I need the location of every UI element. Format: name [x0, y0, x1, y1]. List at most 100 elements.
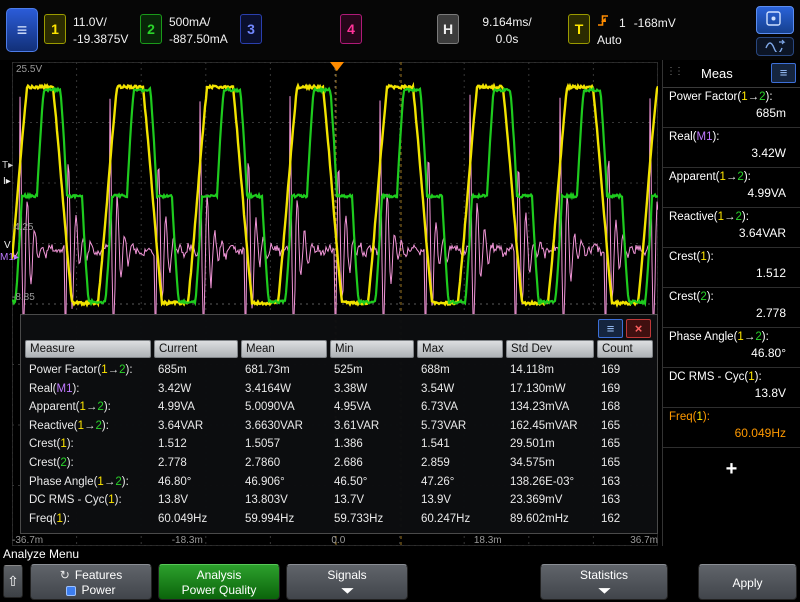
statistics-softkey[interactable]: Statistics ▼ [540, 564, 668, 600]
current-marker[interactable]: I▸ [3, 176, 11, 187]
cycle-icon: ↻ [60, 568, 70, 583]
measure-label: Freq(1): [25, 510, 151, 529]
voltage-marker: V [4, 240, 11, 251]
waveform-mode-button[interactable] [756, 37, 794, 56]
header-stddev[interactable]: Std Dev [506, 340, 594, 358]
table-menu-button[interactable]: ≡ [598, 319, 623, 338]
measurement-sidebar: ⋮⋮ Meas ≡ Power Factor(1→2):685mReal(M1)… [662, 60, 800, 546]
channel-1-badge[interactable]: 1 [44, 14, 66, 44]
drag-handle-icon[interactable]: ⋮⋮ [666, 66, 682, 77]
table-row[interactable]: Freq(1):60.049Hz59.994Hz59.733Hz60.247Hz… [25, 510, 653, 529]
header-current[interactable]: Current [154, 340, 238, 358]
measure-value: 13.803V [241, 491, 327, 510]
table-header-row: Measure Current Mean Min Max Std Dev Cou… [25, 340, 653, 358]
measure-value: 4.99VA [154, 398, 238, 417]
header-max[interactable]: Max [417, 340, 503, 358]
measure-value: 2.778 [154, 454, 238, 473]
features-value: Power [81, 583, 115, 598]
table-close-button[interactable]: × [626, 319, 651, 338]
channel-4-badge[interactable]: 4 [340, 14, 362, 44]
meas-value: 60.049Hz [669, 426, 794, 440]
menu-icon: ≡ [780, 65, 788, 80]
measure-value: 34.575m [506, 454, 594, 473]
measure-value: 3.4164W [241, 380, 327, 399]
meas-menu-button[interactable]: ≡ [771, 63, 796, 83]
signals-softkey[interactable]: Signals ▼ [286, 564, 408, 600]
main-menu-button[interactable]: ≡ [6, 8, 38, 52]
measure-value: 163 [597, 473, 653, 492]
apply-softkey[interactable]: Apply [698, 564, 797, 600]
menu-up-button[interactable]: ⇧ [3, 565, 23, 598]
channel-3-badge[interactable]: 3 [240, 14, 262, 44]
measure-value: 2.686 [330, 454, 414, 473]
sidebar-meas-item[interactable]: Crest(1):1.512 [663, 248, 800, 288]
add-measurement-button[interactable]: + [726, 458, 738, 481]
time-axis: -36.7m -18.3m 0.0 18.3m 36.7m [12, 535, 658, 546]
oscilloscope-screen: ≡ 1 11.0V/ -19.3875V 2 500mA/ -887.50mA … [0, 0, 800, 602]
measure-value: 681.73m [241, 361, 327, 380]
meas-label: Freq(1): [669, 411, 794, 423]
measure-value: 89.602mHz [506, 510, 594, 529]
header-min[interactable]: Min [330, 340, 414, 358]
table-row[interactable]: Crest(2):2.7782.78602.6862.85934.575m165 [25, 454, 653, 473]
down-arrow-icon: ▼ [337, 585, 358, 598]
math-m1-marker[interactable]: M1▸ [0, 252, 19, 263]
measure-value: 169 [597, 361, 653, 380]
channel-2-offset: -887.50mA [169, 31, 228, 48]
analysis-softkey[interactable]: Analysis Power Quality [158, 564, 280, 600]
header-mean[interactable]: Mean [241, 340, 327, 358]
meas-label: Reactive(1→2): [669, 211, 794, 223]
sidebar-title: Meas [701, 66, 733, 81]
measure-value: 2.7860 [241, 454, 327, 473]
header-count[interactable]: Count [597, 340, 653, 358]
measure-value: 46.906° [241, 473, 327, 492]
softkey-menu: Analyze Menu ⇧ ↻ Features Power Analysis… [0, 546, 800, 602]
sidebar-meas-item[interactable]: Phase Angle(1→2):46.80° [663, 328, 800, 368]
touchscreen-button[interactable] [756, 6, 794, 34]
measure-value: 59.733Hz [330, 510, 414, 529]
measure-value: 165 [597, 435, 653, 454]
time-tick: -18.3m [172, 535, 203, 546]
trigger-source: 1 [619, 15, 626, 32]
channel-1-offset: -19.3875V [73, 31, 128, 48]
meas-value: 46.80° [669, 346, 794, 360]
measure-value: 3.64VAR [154, 417, 238, 436]
table-row[interactable]: Real(M1):3.42W3.4164W3.38W3.54W17.130mW1… [25, 380, 653, 399]
trigger-level-marker[interactable]: T▸ [2, 160, 13, 171]
table-row[interactable]: Power Factor(1→2):685m681.73m525m688m14.… [25, 361, 653, 380]
measure-value: 3.38W [330, 380, 414, 399]
time-tick: -36.7m [12, 535, 43, 546]
measure-value: 59.994Hz [241, 510, 327, 529]
sidebar-meas-item[interactable]: Power Factor(1→2):685m [663, 88, 800, 128]
header-measure[interactable]: Measure [25, 340, 151, 358]
sidebar-meas-item[interactable]: Freq(1): 60.049Hz [663, 408, 800, 448]
channel-1-scale: 11.0V/ [73, 14, 128, 31]
meas-label: Crest(1): [669, 251, 794, 263]
power-indicator-icon [66, 586, 76, 596]
sidebar-meas-item[interactable]: Real(M1):3.42W [663, 128, 800, 168]
measure-value: 13.9V [417, 491, 503, 510]
sidebar-meas-item[interactable]: DC RMS - Cyc(1):13.8V [663, 368, 800, 408]
table-row[interactable]: DC RMS - Cyc(1):13.8V13.803V13.7V13.9V23… [25, 491, 653, 510]
waveform-icon [764, 39, 786, 55]
meas-value: 2.778 [669, 306, 794, 320]
features-softkey[interactable]: ↻ Features Power [30, 564, 152, 600]
statistics-label: Statistics [541, 568, 667, 583]
touch-icon [766, 11, 784, 30]
sidebar-meas-item[interactable]: Apparent(1→2):4.99VA [663, 168, 800, 208]
trigger-control: T 1 -168mV Auto [568, 14, 676, 49]
meas-label: Real(M1): [669, 131, 794, 143]
channel-2-badge[interactable]: 2 [140, 14, 162, 44]
measure-value: 23.369mV [506, 491, 594, 510]
sidebar-meas-item[interactable]: Crest(2):2.778 [663, 288, 800, 328]
measure-label: Reactive(1→2): [25, 417, 151, 436]
horizontal-badge[interactable]: H [437, 14, 459, 44]
table-row[interactable]: Apparent(1→2):4.99VA5.0090VA4.95VA6.73VA… [25, 398, 653, 417]
measure-value: 162 [597, 510, 653, 529]
measure-value: 46.50° [330, 473, 414, 492]
table-row[interactable]: Crest(1):1.5121.50571.3861.54129.501m165 [25, 435, 653, 454]
table-row[interactable]: Reactive(1→2):3.64VAR3.6630VAR3.61VAR5.7… [25, 417, 653, 436]
table-row[interactable]: Phase Angle(1→2):46.80°46.906°46.50°47.2… [25, 473, 653, 492]
sidebar-meas-item[interactable]: Reactive(1→2):3.64VAR [663, 208, 800, 248]
trigger-badge[interactable]: T [568, 14, 590, 44]
